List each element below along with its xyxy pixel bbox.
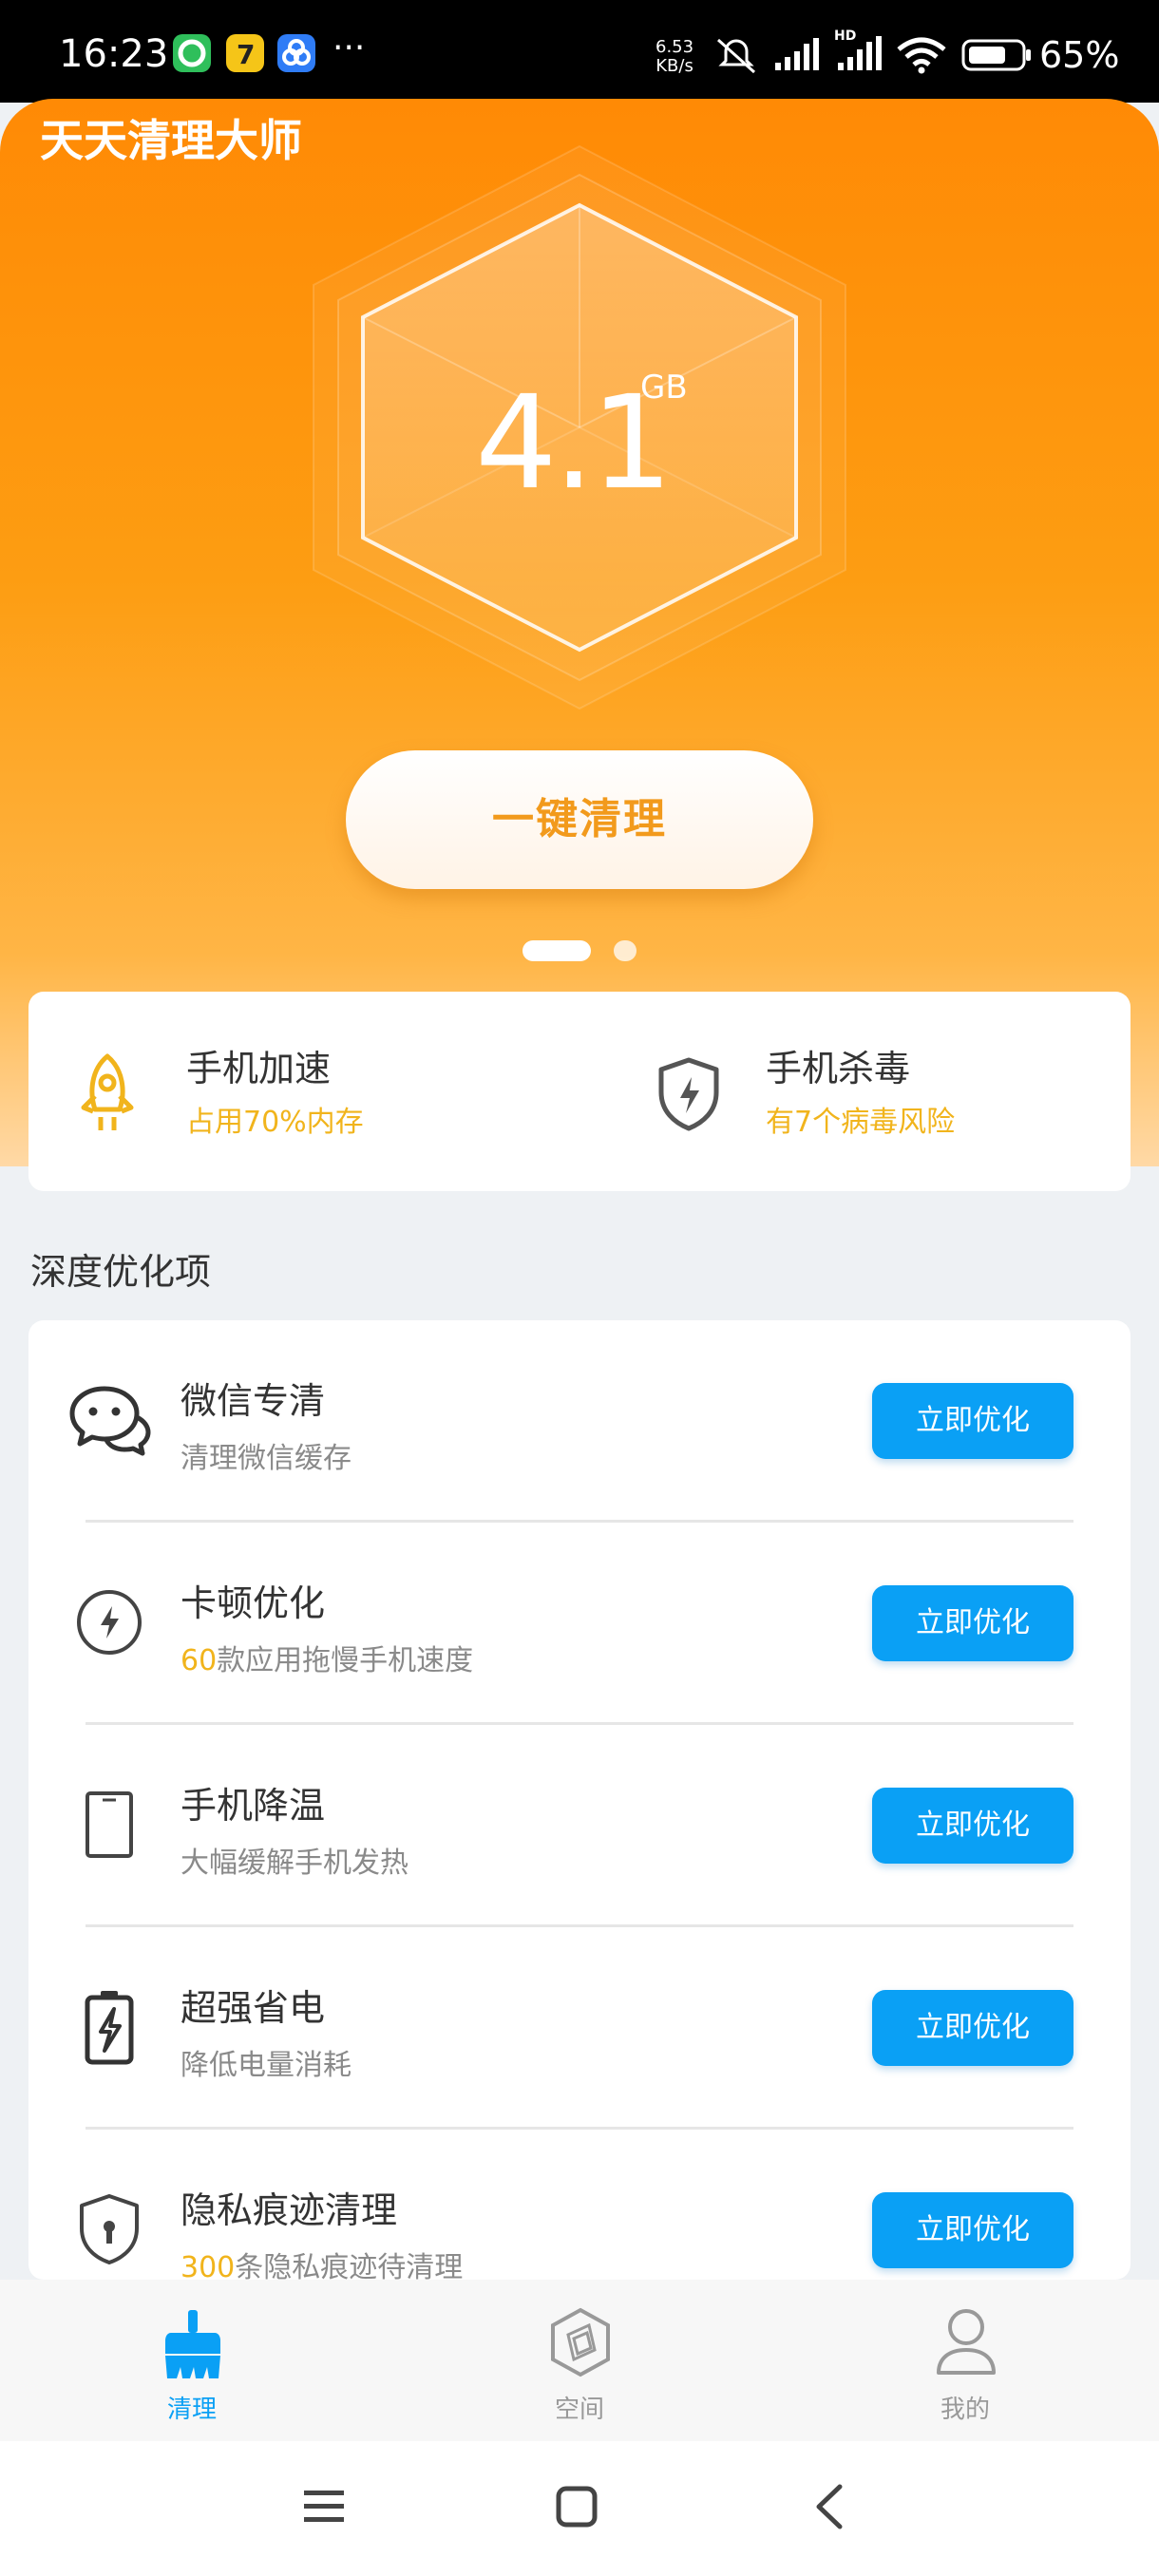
tab-mine[interactable]: 我的 <box>851 2280 1079 2441</box>
phone-icon <box>66 1782 152 1867</box>
optimize-now-button[interactable]: 立即优化 <box>872 1788 1074 1864</box>
list-item-phone-cooling: 手机降温 大幅缓解手机发热 立即优化 <box>28 1725 1130 1927</box>
system-navigation-bar <box>0 2441 1159 2576</box>
notification-app-icon-1 <box>173 34 211 72</box>
list-item-highlight: 300 <box>180 2251 236 2280</box>
list-item-subtitle-text: 清理微信缓存 <box>180 1442 352 1475</box>
quick-action-phone-boost[interactable]: 手机加速 占用70%内存 <box>28 992 580 1191</box>
notification-app-icon-2: 7 <box>226 34 264 72</box>
signal-icon-2: HD <box>834 28 884 78</box>
section-title-deep-optimization: 深度优化项 <box>30 1251 212 1293</box>
storage-icon <box>547 2306 614 2382</box>
tab-space[interactable]: 空间 <box>466 2280 694 2441</box>
home-icon[interactable] <box>555 2485 598 2532</box>
tab-clean[interactable]: 清理 <box>78 2280 306 2441</box>
list-item-power-saving: 超强省电 降低电量消耗 立即优化 <box>28 1927 1130 2130</box>
back-icon[interactable] <box>811 2483 849 2534</box>
bottom-tab-bar: 清理 空间 我的 <box>0 2280 1159 2441</box>
list-item-title: 卡顿优化 <box>180 1582 326 1624</box>
menu-icon[interactable] <box>302 2485 346 2532</box>
list-item-subtitle-text: 条隐私痕迹待清理 <box>235 2251 464 2280</box>
tab-label: 我的 <box>940 2396 990 2424</box>
list-item-title: 隐私痕迹清理 <box>180 2189 398 2231</box>
svg-text:7: 7 <box>237 39 255 70</box>
wechat-icon <box>66 1377 152 1463</box>
optimize-now-button[interactable]: 立即优化 <box>872 1585 1074 1661</box>
list-item-title: 微信专清 <box>180 1380 326 1422</box>
wifi-icon <box>895 36 948 78</box>
status-bar: 16:23 7 ··· 6.53 KB/s HD 65% <box>0 0 1159 103</box>
list-item-subtitle: 清理微信缓存 <box>180 1434 352 1476</box>
quick-action-title: 手机加速 <box>186 1048 332 1089</box>
status-time: 16:23 <box>59 32 169 76</box>
carousel-dot-active[interactable] <box>522 940 591 961</box>
list-item-lag-optimize: 卡顿优化 60款应用拖慢手机速度 立即优化 <box>28 1523 1130 1725</box>
network-speed-value: 6.53 <box>656 37 694 57</box>
network-speed: 6.53 KB/s <box>656 38 694 76</box>
carousel-dot[interactable] <box>614 940 636 961</box>
app-title: 天天清理大师 <box>40 115 302 166</box>
list-item-subtitle: 300条隐私痕迹待清理 <box>180 2244 463 2280</box>
user-icon <box>935 2306 998 2382</box>
more-notifications-icon: ··· <box>332 28 366 67</box>
list-item-title: 超强省电 <box>180 1987 326 2029</box>
battery-status-icon <box>961 38 1034 76</box>
list-item-subtitle: 大幅缓解手机发热 <box>180 1839 408 1881</box>
quick-action-subtitle: 有7个病毒风险 <box>766 1106 956 1139</box>
mute-icon <box>714 36 758 78</box>
network-speed-unit: KB/s <box>656 56 694 76</box>
privacy-shield-icon <box>66 2187 152 2272</box>
signal-icon-1 <box>773 36 821 78</box>
optimize-now-button[interactable]: 立即优化 <box>872 1990 1074 2066</box>
battery-percent: 65% <box>1039 34 1120 76</box>
list-item-subtitle: 60款应用拖慢手机速度 <box>180 1637 473 1678</box>
list-item-subtitle: 降低电量消耗 <box>180 2041 352 2083</box>
lightning-icon <box>66 1580 152 1665</box>
list-item-subtitle-text: 款应用拖慢手机速度 <box>217 1644 474 1677</box>
quick-action-antivirus[interactable]: 手机杀毒 有7个病毒风险 <box>580 992 1130 1191</box>
list-item-wechat-clean: 微信专清 清理微信缓存 立即优化 <box>28 1320 1130 1523</box>
rocket-icon <box>74 1051 141 1140</box>
list-item-subtitle-text: 大幅缓解手机发热 <box>180 1847 408 1880</box>
list-item-subtitle-text: 降低电量消耗 <box>180 2049 352 2082</box>
network-type-label: HD <box>834 28 857 44</box>
optimize-now-button[interactable]: 立即优化 <box>872 2192 1074 2268</box>
quick-action-subtitle: 占用70%内存 <box>186 1106 364 1139</box>
broom-icon <box>162 2308 224 2384</box>
tab-label: 空间 <box>554 2396 604 2424</box>
shield-bolt-icon <box>656 1056 722 1136</box>
one-click-clean-button[interactable]: 一键清理 <box>346 750 813 889</box>
battery-icon <box>66 1984 152 2070</box>
list-item-privacy-clean: 隐私痕迹清理 300条隐私痕迹待清理 立即优化 <box>28 2130 1130 2280</box>
list-item-highlight: 60 <box>180 1644 218 1677</box>
list-item-title: 手机降温 <box>180 1785 326 1827</box>
optimize-now-button[interactable]: 立即优化 <box>872 1383 1074 1459</box>
storage-unit: GB <box>640 369 688 407</box>
quick-action-title: 手机杀毒 <box>766 1048 911 1089</box>
quick-actions-card: 手机加速 占用70%内存 手机杀毒 有7个病毒风险 <box>28 992 1130 1191</box>
notification-app-icon-3 <box>277 34 315 72</box>
tab-label: 清理 <box>166 2396 217 2424</box>
optimization-list: 微信专清 清理微信缓存 立即优化 卡顿优化 60款应用拖慢手机速度 立即优化 手… <box>28 1320 1130 2280</box>
